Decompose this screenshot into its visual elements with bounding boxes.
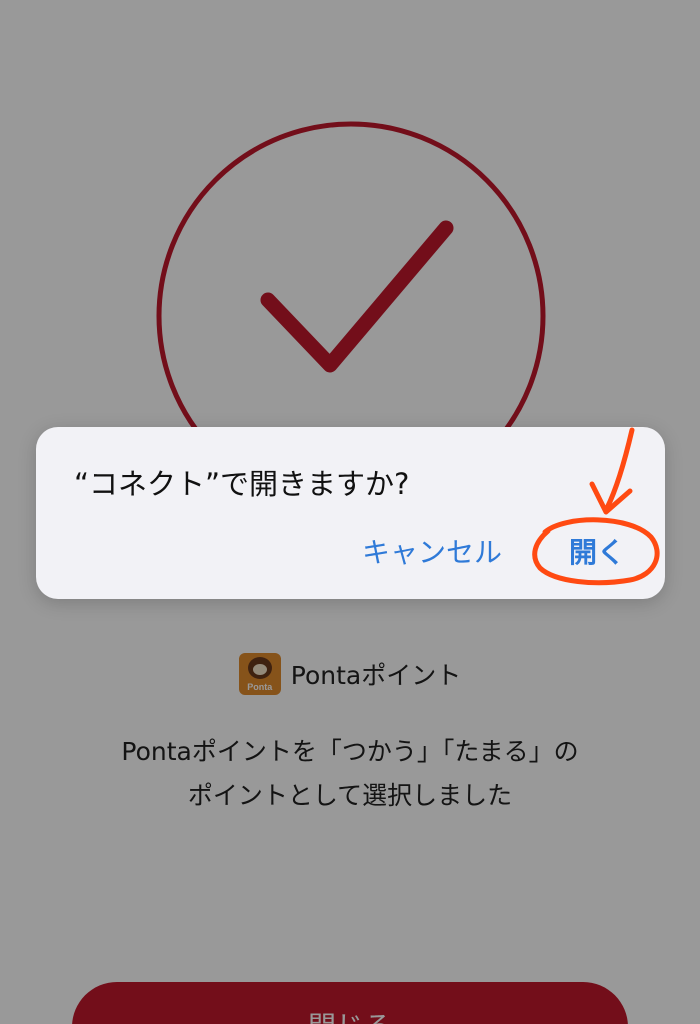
screen: Ponta Pontaポイント Pontaポイントを「つかう」「たまる」の ポイ… — [0, 0, 700, 1024]
alert-title: “コネクト”で開きますか? — [74, 467, 410, 501]
alert-open-button[interactable]: 開く — [569, 531, 625, 571]
open-app-alert: “コネクト”で開きますか? キャンセル 開く — [36, 427, 665, 599]
alert-cancel-button[interactable]: キャンセル — [362, 531, 502, 571]
